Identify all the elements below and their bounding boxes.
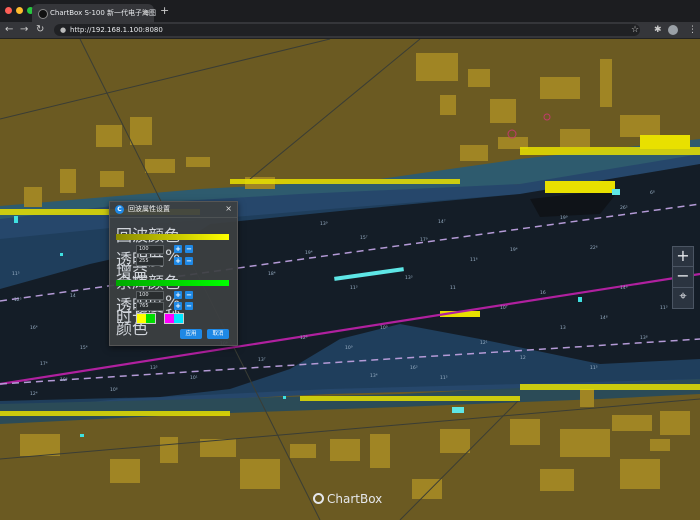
svg-text:13⁹: 13⁹ (320, 221, 328, 227)
lock-icon: ● (60, 26, 67, 34)
new-tab-button[interactable]: + (160, 5, 169, 17)
svg-text:10⁸: 10⁸ (110, 387, 118, 393)
svg-text:13³: 13³ (405, 275, 413, 281)
chartbox-watermark: ChartBox (313, 491, 382, 507)
window-controls (5, 7, 34, 14)
duration-decrease-button[interactable]: − (185, 302, 193, 310)
svg-text:15⁷: 15⁷ (360, 235, 368, 241)
svg-text:13: 13 (560, 325, 566, 331)
gain-increase-button[interactable]: + (174, 257, 182, 265)
bookmark-star-icon[interactable]: ☆ (631, 23, 639, 37)
trail-opacity-increase-button[interactable]: + (174, 291, 182, 299)
url-text: http://192.168.1.100:8080 (70, 26, 163, 34)
svg-text:13⁴: 13⁴ (370, 373, 378, 379)
svg-text:26⁵: 26⁵ (620, 205, 628, 211)
color-scheme-option-2[interactable] (164, 313, 184, 324)
tab-bar: ChartBox S-100 新一代电子海图 × + (0, 0, 700, 22)
extensions-puzzle-icon[interactable]: ✱ (654, 23, 662, 37)
duration-input[interactable]: 765 (136, 302, 164, 311)
svg-text:11⁵: 11⁵ (12, 271, 20, 277)
chartbox-logo-icon (313, 493, 324, 504)
zoom-in-button[interactable]: + (672, 246, 694, 268)
svg-text:12⁵: 12⁵ (14, 297, 22, 303)
svg-text:14⁸: 14⁸ (600, 315, 608, 321)
svg-text:14⁷: 14⁷ (438, 219, 446, 225)
svg-text:19⁴: 19⁴ (510, 247, 518, 253)
echo-opacity-increase-button[interactable]: + (174, 245, 182, 253)
back-button[interactable]: ← (5, 23, 13, 37)
svg-text:10⁷: 10⁷ (500, 305, 508, 311)
trail-opacity-input[interactable]: 100 (136, 291, 164, 300)
dialog-header: C 回波属性设置 × (110, 202, 237, 218)
trail-color-bar[interactable] (116, 280, 229, 286)
svg-text:6⁸: 6⁸ (650, 190, 655, 196)
svg-text:10⁹: 10⁹ (345, 345, 353, 351)
svg-text:14⁸: 14⁸ (620, 285, 628, 291)
browser-tab[interactable]: ChartBox S-100 新一代电子海图 × (32, 4, 157, 22)
svg-text:11³: 11³ (350, 285, 358, 291)
svg-text:16⁴: 16⁴ (30, 325, 38, 331)
svg-text:12⁴: 12⁴ (30, 391, 38, 397)
svg-text:12⁵: 12⁵ (300, 335, 308, 341)
svg-text:16: 16 (540, 290, 546, 296)
svg-text:10¹: 10¹ (190, 375, 198, 381)
chart-map[interactable]: 11⁵ 12⁵ 16⁴ 15⁴ 17⁴ 14 18⁴ 19⁴ 13⁹ 15⁷ 17⁹ 14⁷… (0, 39, 700, 520)
svg-text:19⁴: 19⁴ (305, 250, 313, 256)
svg-text:16³: 16³ (410, 365, 418, 371)
svg-text:19⁹: 19⁹ (560, 215, 568, 221)
svg-text:11: 11 (450, 285, 456, 291)
apply-button[interactable]: 应用 (180, 329, 202, 339)
svg-text:12: 12 (520, 355, 526, 361)
chartbox-favicon-icon (38, 9, 48, 19)
gain-decrease-button[interactable]: − (185, 257, 193, 265)
reload-button[interactable]: ↻ (36, 23, 44, 37)
svg-text:18⁴: 18⁴ (268, 271, 276, 277)
svg-text:11³: 11³ (660, 305, 668, 311)
address-bar[interactable]: ● http://192.168.1.100:8080 (54, 24, 640, 36)
profile-avatar[interactable] (668, 25, 678, 35)
duration-increase-button[interactable]: + (174, 302, 182, 310)
minimize-window-button[interactable] (16, 7, 23, 14)
svg-text:13⁷: 13⁷ (258, 357, 266, 363)
svg-text:22⁶: 22⁶ (590, 245, 598, 251)
zoom-out-button[interactable]: − (672, 266, 694, 288)
svg-text:14: 14 (70, 293, 76, 299)
echo-opacity-decrease-button[interactable]: − (185, 245, 193, 253)
forward-button[interactable]: → (20, 23, 28, 37)
svg-text:10⁶: 10⁶ (60, 377, 68, 383)
close-window-button[interactable] (5, 7, 12, 14)
tab-close-icon[interactable]: × (141, 4, 148, 22)
gain-input[interactable]: 255 (136, 257, 164, 266)
browser-window: ChartBox S-100 新一代电子海图 × + ← → ↻ ● http:… (0, 0, 700, 520)
watermark-text: ChartBox (327, 492, 383, 506)
chartbox-logo-icon: C (115, 205, 124, 214)
trail-opacity-decrease-button[interactable]: − (185, 291, 193, 299)
tab-title: ChartBox S-100 新一代电子海图 (50, 9, 157, 17)
echo-opacity-input[interactable]: 100 (136, 245, 164, 254)
color-scheme-option-1[interactable] (136, 313, 156, 324)
svg-text:12¹: 12¹ (480, 340, 488, 346)
cancel-button[interactable]: 取消 (207, 329, 229, 339)
svg-text:17⁹: 17⁹ (420, 237, 428, 243)
svg-text:10⁹: 10⁹ (380, 325, 388, 331)
locate-icon[interactable]: ⌖ (672, 287, 694, 309)
browser-menu-icon[interactable]: ⋮ (688, 23, 697, 37)
svg-text:11⁶: 11⁶ (470, 257, 478, 263)
svg-text:15⁴: 15⁴ (80, 345, 88, 351)
svg-text:11⁵: 11⁵ (590, 365, 598, 371)
dialog-title: 回波属性设置 (128, 205, 170, 213)
echo-color-bar[interactable] (116, 234, 229, 240)
browser-toolbar: ← → ↻ ● http://192.168.1.100:8080 ☆ ✱ ⋮ (0, 22, 700, 39)
svg-text:13⁸: 13⁸ (640, 335, 648, 341)
svg-text:13⁵: 13⁵ (150, 365, 158, 371)
svg-text:17⁴: 17⁴ (40, 361, 48, 367)
dialog-close-button[interactable]: × (225, 204, 232, 214)
svg-text:11⁵: 11⁵ (440, 375, 448, 381)
